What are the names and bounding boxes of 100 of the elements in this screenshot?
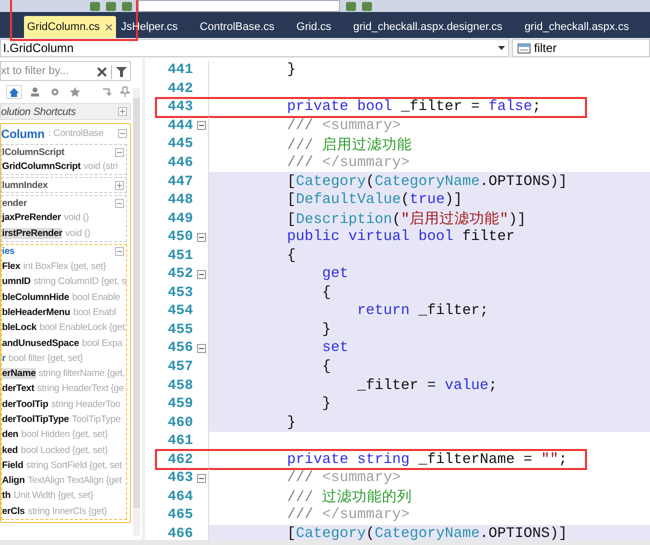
fold-icon[interactable] bbox=[197, 270, 206, 279]
line-number: 461 bbox=[166, 433, 193, 450]
member-name[interactable]: ked bbox=[2, 444, 18, 456]
code-line: /// </summary> bbox=[287, 507, 410, 524]
line-number: 449 bbox=[166, 210, 193, 227]
code-line: set bbox=[322, 340, 348, 356]
code-line: /// 过滤功能的列 bbox=[287, 488, 412, 506]
member-signature: bool EnableLock {get bbox=[40, 322, 125, 334]
fold-icon[interactable] bbox=[197, 232, 206, 242]
code-line: } bbox=[287, 414, 296, 431]
scrollbar[interactable] bbox=[133, 88, 140, 536]
close-icon[interactable]: × bbox=[104, 19, 113, 35]
home-icon[interactable] bbox=[6, 85, 22, 99]
funnel-icon[interactable] bbox=[116, 67, 127, 77]
member-name[interactable]: umnID bbox=[2, 276, 31, 288]
line-number: 455 bbox=[166, 322, 193, 338]
member-signature: bool Locked {get, set} bbox=[20, 444, 108, 456]
member-name[interactable]: th bbox=[2, 490, 11, 502]
caret-icon bbox=[498, 46, 505, 50]
member-signature: string InnerCls {get} bbox=[28, 506, 108, 517]
filter-field[interactable]: xt to filter by... bbox=[0, 61, 131, 81]
line-number: 465 bbox=[166, 507, 193, 524]
member-signature: string HeaderText {ge bbox=[37, 383, 124, 394]
code-line: [DefaultValue(true)] bbox=[287, 192, 462, 208]
member-name[interactable]: derToolTipType bbox=[2, 414, 69, 425]
fold-icon[interactable] bbox=[197, 344, 206, 353]
member-name[interactable]: den bbox=[2, 429, 18, 440]
member-signature: bool filter {get, set} bbox=[8, 352, 83, 364]
line-number: 464 bbox=[166, 488, 193, 505]
class-name[interactable]: Column bbox=[1, 126, 44, 140]
toolbar-field[interactable] bbox=[138, 0, 340, 12]
fold-icon[interactable] bbox=[197, 121, 206, 130]
line-number: 453 bbox=[166, 284, 193, 301]
collapse-icon[interactable] bbox=[115, 247, 124, 256]
code-line: private bool _filter = false; bbox=[287, 99, 542, 116]
member-signature: bool Hidden {get, set} bbox=[21, 429, 108, 440]
collapse-icon[interactable] bbox=[115, 198, 124, 208]
member-name[interactable]: Align bbox=[2, 475, 25, 486]
code-line: [Description("启用过滤功能")] bbox=[287, 210, 526, 228]
code-line: /// <summary> bbox=[287, 118, 401, 134]
person-icon[interactable] bbox=[28, 86, 42, 98]
document-tab[interactable]: grid_checkall.aspx.designer.cs bbox=[350, 16, 506, 38]
expand-icon[interactable] bbox=[115, 180, 124, 190]
member-name[interactable]: derText bbox=[2, 383, 34, 394]
member-name[interactable]: r bbox=[2, 352, 6, 364]
code-line: /// 启用过滤功能 bbox=[287, 136, 412, 154]
group-title[interactable]: ies bbox=[2, 246, 15, 258]
member-name[interactable]: bleHeaderMenu bbox=[2, 306, 70, 318]
member-name[interactable]: erCls bbox=[2, 506, 25, 517]
base-class: : ControlBase bbox=[48, 128, 104, 139]
document-tab[interactable]: GridColumn.cs × bbox=[24, 16, 116, 38]
line-number: 445 bbox=[166, 136, 193, 152]
member-signature: void () bbox=[64, 212, 89, 224]
line-number: 444 bbox=[166, 118, 193, 134]
group-title[interactable]: lColumnScript bbox=[2, 146, 64, 158]
property-icon bbox=[517, 42, 531, 54]
member-dropdown[interactable]: filter bbox=[512, 39, 650, 57]
member-signature: string HeaderToo bbox=[51, 398, 120, 410]
member-signature: ToolTipType bbox=[72, 414, 121, 425]
collapse-icon[interactable] bbox=[118, 129, 127, 138]
sync-icon[interactable] bbox=[101, 86, 113, 98]
line-number: 451 bbox=[166, 248, 193, 264]
collapse-icon[interactable] bbox=[115, 148, 124, 156]
member-name[interactable]: andUnusedSpace bbox=[2, 338, 79, 349]
code-line: [Category(CategoryName.OPTIONS)] bbox=[287, 174, 568, 190]
line-number: 463 bbox=[166, 470, 193, 486]
code-line: get bbox=[322, 266, 348, 282]
group-title[interactable]: ender bbox=[2, 198, 27, 209]
member-name[interactable]: bleColumnHide bbox=[2, 292, 70, 303]
member-name[interactable]: bleLock bbox=[2, 322, 36, 334]
code-line: { bbox=[287, 248, 296, 264]
group-title[interactable]: lumnIndex bbox=[2, 180, 48, 191]
code-line: } bbox=[287, 62, 296, 78]
member-signature: bool Enable bbox=[72, 292, 120, 303]
member-name[interactable]: Flex bbox=[2, 261, 20, 272]
pin-icon[interactable] bbox=[119, 86, 131, 98]
solution-shortcuts-header[interactable]: olution Shortcuts bbox=[0, 103, 131, 120]
code-line: return _filter; bbox=[357, 303, 488, 320]
document-tab[interactable]: ControlBase.cs bbox=[196, 16, 278, 38]
clear-icon[interactable] bbox=[97, 67, 107, 77]
member-signature: string filterName {get, bbox=[38, 368, 125, 380]
expand-icon[interactable] bbox=[118, 107, 127, 116]
document-tab[interactable]: grid_checkall.aspx.cs bbox=[521, 16, 632, 38]
type-dropdown[interactable]: I.GridColumn bbox=[0, 39, 509, 57]
line-number: 448 bbox=[166, 192, 193, 208]
code-line: _filter = value; bbox=[357, 378, 498, 394]
member-name[interactable]: derToolTip bbox=[2, 398, 48, 410]
line-number: 446 bbox=[166, 155, 193, 171]
member-name[interactable]: irstPreRender bbox=[2, 228, 62, 239]
star-icon[interactable] bbox=[68, 86, 82, 98]
member-name[interactable]: jaxPreRender bbox=[2, 212, 61, 224]
line-number: 460 bbox=[166, 414, 193, 431]
member-name[interactable]: GridColumnScript bbox=[2, 161, 81, 172]
member-name[interactable]: Field bbox=[2, 460, 24, 471]
fold-icon[interactable] bbox=[197, 474, 206, 483]
line-number: 459 bbox=[166, 396, 193, 412]
member-name[interactable]: erName bbox=[2, 368, 36, 380]
document-tab[interactable]: Grid.cs bbox=[293, 16, 334, 38]
line-number: 452 bbox=[166, 266, 193, 282]
line-number: 441 bbox=[166, 62, 193, 78]
